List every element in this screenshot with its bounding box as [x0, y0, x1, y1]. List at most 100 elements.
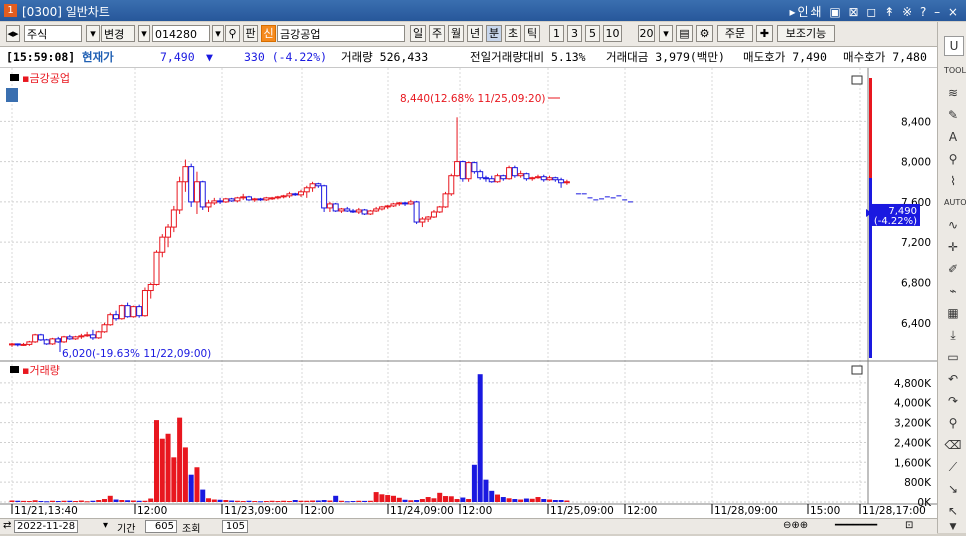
chart-line-icon[interactable]: ≋: [944, 84, 962, 102]
gear-icon[interactable]: ⚙: [696, 25, 713, 42]
date-dropdown-icon[interactable]: ▾: [103, 520, 108, 531]
volume-bar: [107, 495, 113, 502]
chart-area[interactable]: 8,400 8,000 7,600 7,200 6,800 6,400 7,490 (-4.2…: [0, 68, 937, 518]
chart-canvas[interactable]: 8,4008,0007,6007,2006,8006,4007,490(-4.2…: [0, 68, 937, 518]
candle-body: [240, 196, 247, 199]
legend-swatch: [10, 74, 19, 81]
candle-body: [217, 200, 224, 203]
line-tool-icon[interactable]: ⟋: [944, 458, 962, 476]
interval-value[interactable]: 20: [638, 25, 655, 42]
volume-bar: [281, 500, 287, 502]
period-button[interactable]: 년: [467, 25, 483, 42]
candle-body: [523, 173, 530, 180]
volume-bar: [558, 500, 564, 502]
toolbar: ◂▸ 주식 ▾ 변경 ▾ 014280 ▾ ⚲ 판 신 금강공업 일주월년분초틱…: [0, 22, 937, 47]
candle-body: [558, 179, 565, 184]
save-icon[interactable]: ▤: [676, 25, 693, 42]
pattern-icon[interactable]: ⌇: [944, 172, 962, 190]
search-chart-icon[interactable]: ⚲: [944, 150, 962, 168]
period-button[interactable]: 일: [410, 25, 426, 42]
candle-body: [546, 177, 553, 181]
candle-body: [234, 197, 241, 202]
change-button[interactable]: 변경: [101, 25, 135, 42]
volume-bar: [466, 499, 472, 502]
candle-body: [136, 306, 143, 317]
minute-button[interactable]: 5: [585, 25, 600, 42]
stock-name-field[interactable]: 금강공업: [277, 25, 405, 42]
calendar-icon[interactable]: ⇄: [3, 520, 11, 531]
stock-code-input[interactable]: 014280: [152, 25, 210, 42]
volume-bar: [177, 417, 183, 502]
search-icon[interactable]: ⚲: [225, 25, 240, 42]
minute-button[interactable]: 3: [567, 25, 582, 42]
pencil-icon[interactable]: ✎: [944, 106, 962, 124]
time-tick-label: 11/24,09:00: [390, 505, 454, 517]
fit-icon[interactable]: ⊡: [905, 520, 913, 531]
scroll-down-icon[interactable]: ▼: [944, 518, 962, 536]
period-button[interactable]: 분: [486, 25, 502, 42]
aux-function-button[interactable]: 보조기능: [777, 25, 835, 42]
scroll-bar[interactable]: ━━━━━━━: [835, 520, 877, 531]
minute-button[interactable]: 1: [549, 25, 564, 42]
candle-body: [159, 236, 166, 253]
candle-body: [315, 183, 322, 187]
window-controls[interactable]: ▸인쇄 ▣ ⊠ ◻ ↟ ※ ? – ×: [789, 3, 960, 20]
volume-bar: [119, 500, 125, 502]
minute-button[interactable]: 10: [603, 25, 622, 42]
order-button[interactable]: 주문: [717, 25, 753, 42]
auto-icon[interactable]: AUTO: [944, 194, 966, 212]
pan-button[interactable]: 판: [243, 25, 258, 42]
period-button[interactable]: 틱: [524, 25, 540, 42]
volume-bar: [194, 467, 200, 502]
tool-icon[interactable]: TOOL: [944, 62, 966, 80]
trend-icon[interactable]: ⌁: [944, 282, 962, 300]
candle-body: [49, 338, 56, 345]
period-input[interactable]: 605: [145, 520, 177, 533]
candle-body: [14, 343, 21, 346]
plus-icon[interactable]: ✚: [756, 25, 773, 42]
count-input[interactable]: 105: [222, 520, 248, 533]
volume-bar: [518, 499, 524, 502]
price-tick-label: 6,800: [901, 277, 931, 289]
bid-price-text: 매수호가 7,480: [843, 50, 927, 64]
candle-body: [500, 175, 507, 180]
u-icon[interactable]: U: [944, 36, 964, 56]
redo-icon[interactable]: ↷: [944, 392, 962, 410]
crosshair-icon[interactable]: ✛: [944, 238, 962, 256]
erase-icon[interactable]: ⌫: [944, 436, 962, 454]
candle-body: [454, 161, 461, 177]
period-button[interactable]: 초: [505, 25, 521, 42]
download-icon[interactable]: ⤓: [944, 326, 962, 344]
volume-bar: [240, 501, 246, 503]
grid-icon[interactable]: ▦: [944, 304, 962, 322]
wave-icon[interactable]: ∿: [944, 216, 962, 234]
market-dropdown-icon[interactable]: ▾: [86, 25, 100, 42]
font-icon[interactable]: A: [944, 128, 962, 146]
window-icon[interactable]: ▭: [944, 348, 962, 366]
brush-icon[interactable]: ✐: [944, 260, 962, 278]
period-button[interactable]: 주: [429, 25, 445, 42]
candle-body: [326, 203, 333, 209]
arrow-tool-icon[interactable]: ↘: [944, 480, 962, 498]
zoom-icon[interactable]: ⚲: [944, 414, 962, 432]
code-dropdown-icon[interactable]: ▾: [138, 25, 150, 42]
candle-body: [20, 343, 27, 346]
volume-bar: [182, 447, 188, 502]
interval-dropdown-icon[interactable]: ▾: [659, 25, 673, 42]
volume-bar: [9, 500, 15, 502]
volume-bar: [367, 500, 373, 502]
swap-arrows-icon[interactable]: ◂▸: [6, 25, 20, 42]
volume-bar: [437, 492, 443, 502]
price-tick-label: 8,400: [901, 116, 931, 128]
period-button[interactable]: 월: [448, 25, 464, 42]
volume-text: 거래량 526,433: [341, 50, 429, 64]
candle-body: [176, 181, 183, 211]
undo-icon[interactable]: ↶: [944, 370, 962, 388]
zoom-controls-icon[interactable]: ⊖⊕⊕: [783, 520, 808, 531]
code-list-icon[interactable]: ▾: [212, 25, 224, 42]
candle-body: [124, 305, 131, 318]
market-select[interactable]: 주식: [24, 25, 82, 42]
current-price-pct: (-4.22%): [874, 216, 917, 227]
date-field[interactable]: 2022-11-28: [14, 520, 79, 533]
candle-body: [384, 205, 391, 208]
